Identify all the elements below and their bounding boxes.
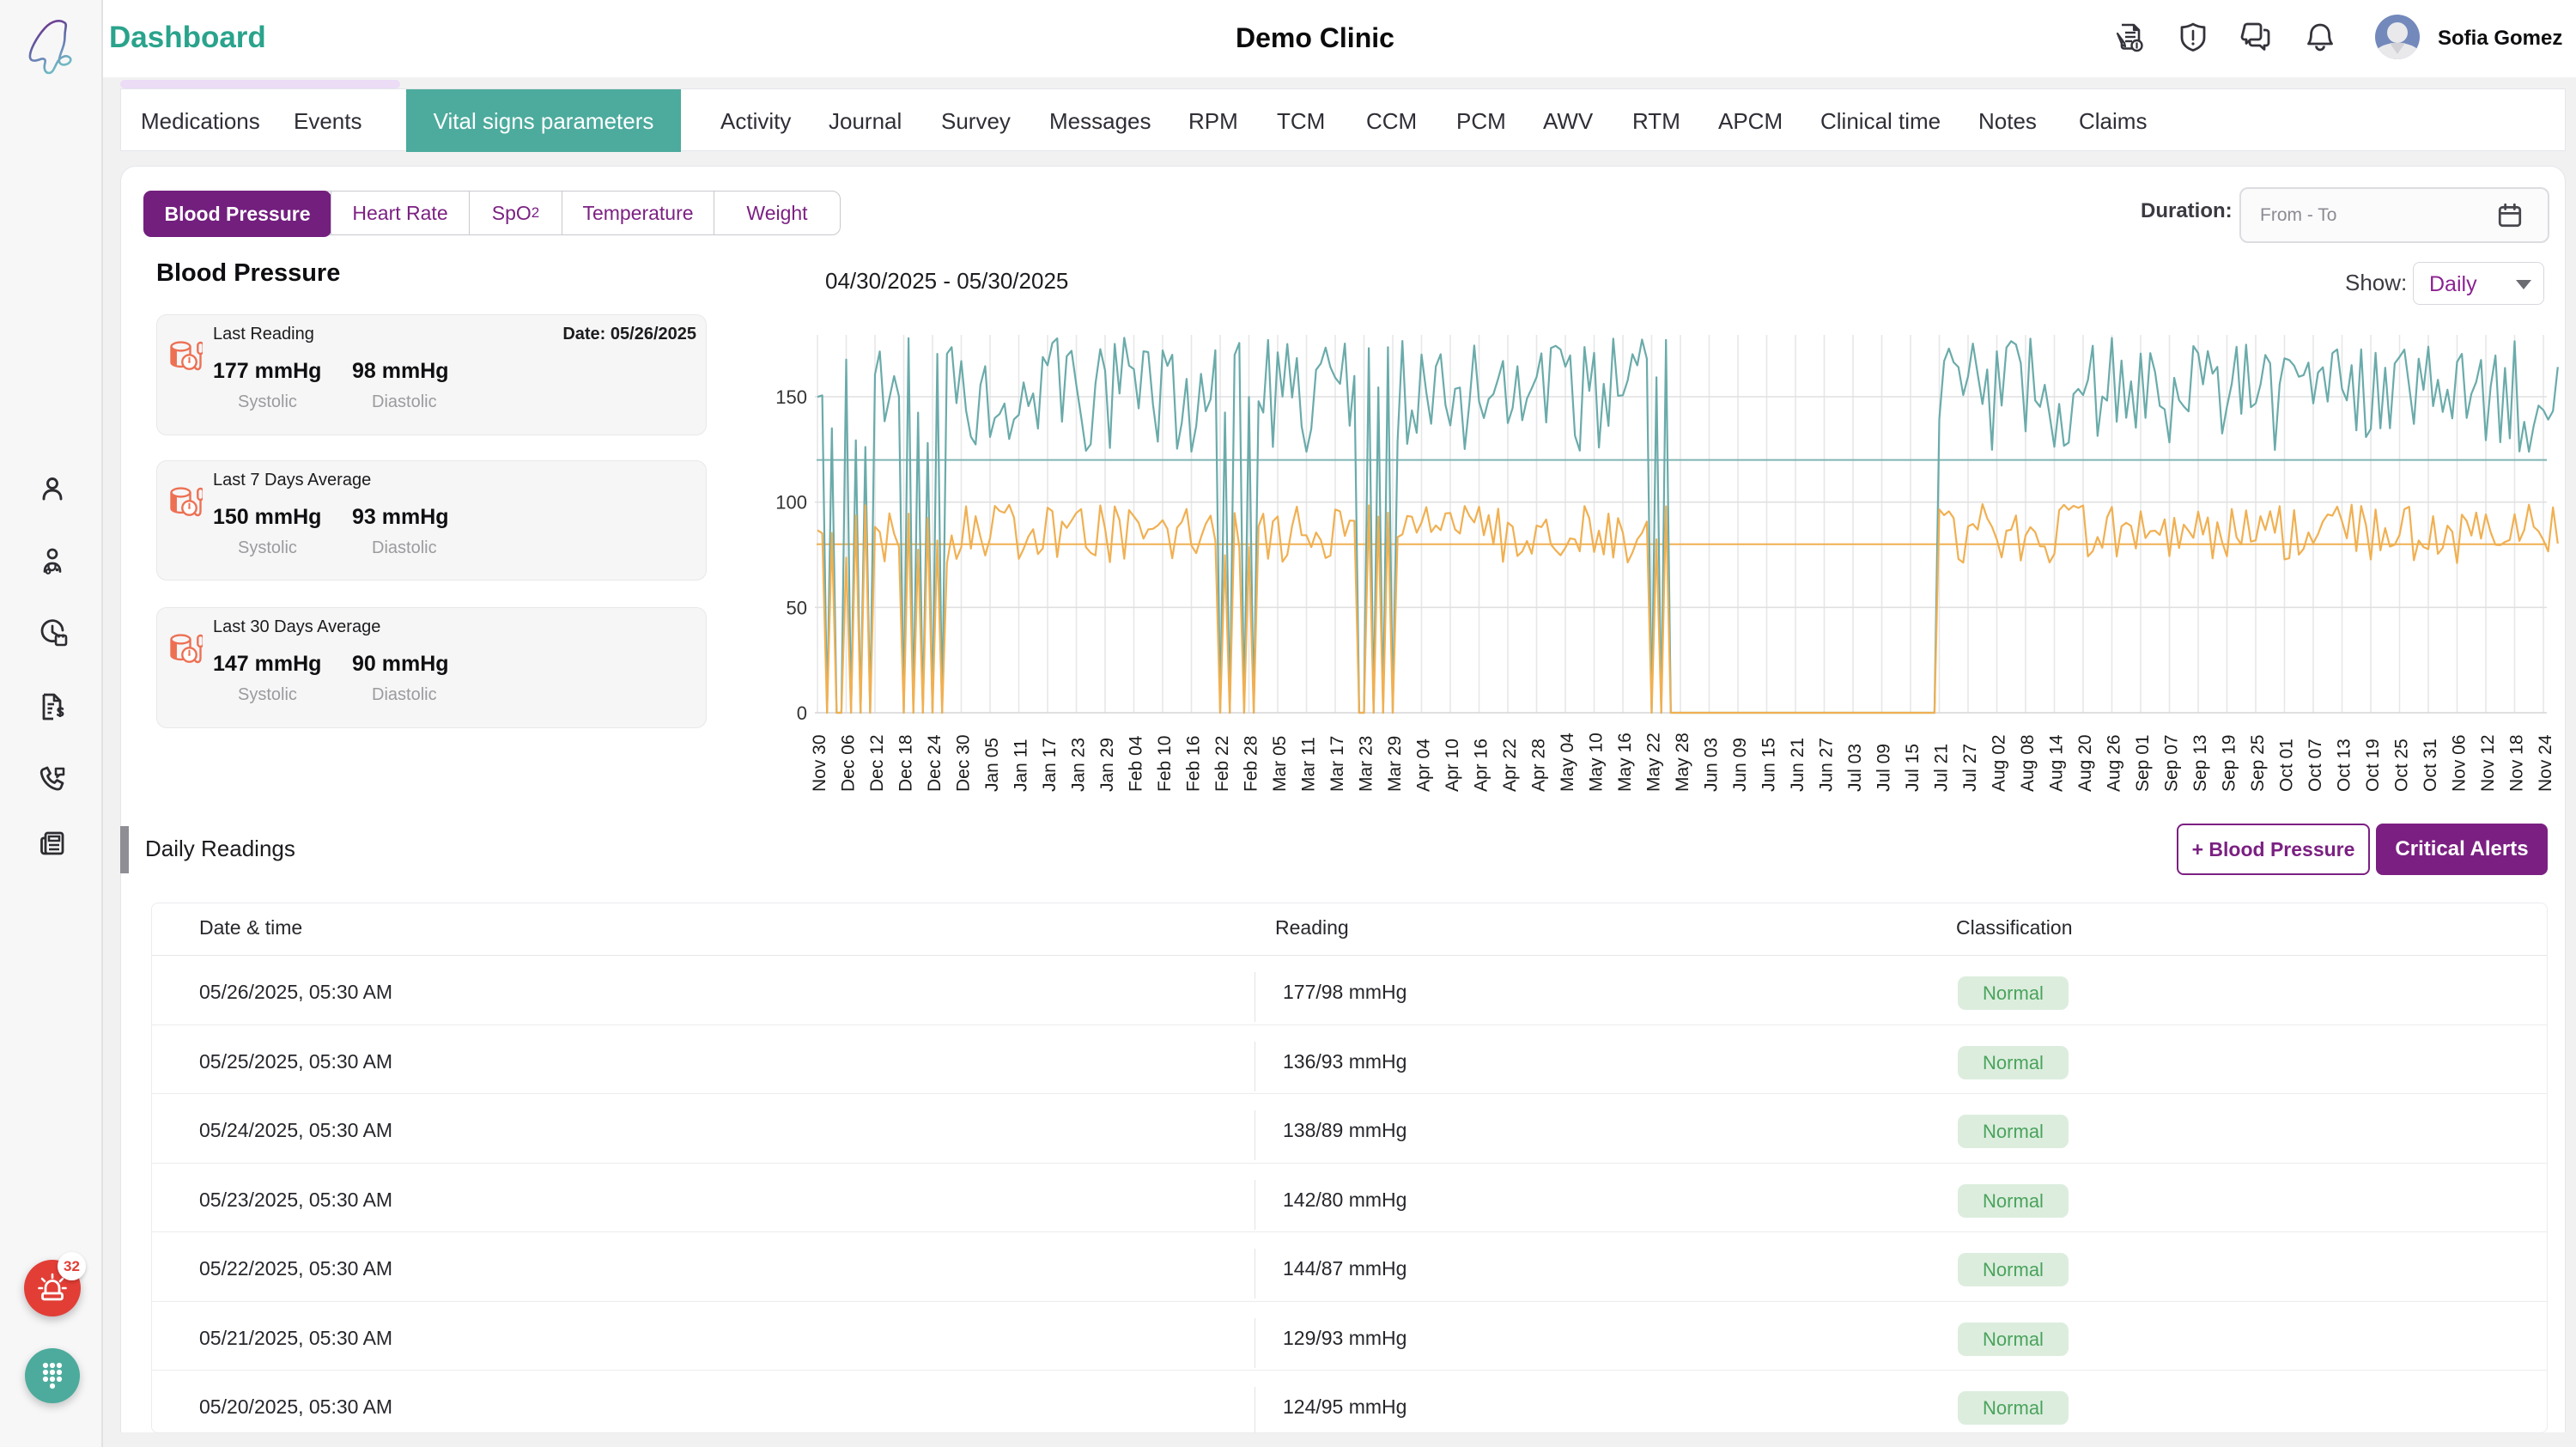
svg-text:Apr 22: Apr 22 — [1500, 739, 1520, 792]
svg-text:Oct 01: Oct 01 — [2277, 739, 2297, 792]
svg-text:May 28: May 28 — [1673, 733, 1692, 792]
svg-text:100: 100 — [775, 492, 807, 514]
svg-text:Sep 01: Sep 01 — [2133, 734, 2153, 792]
svg-text:Nov 06: Nov 06 — [2450, 734, 2470, 792]
svg-text:Oct 19: Oct 19 — [2363, 739, 2383, 792]
svg-text:Dec 18: Dec 18 — [896, 734, 916, 792]
svg-text:Sep 25: Sep 25 — [2248, 734, 2268, 792]
svg-text:Jan 05: Jan 05 — [982, 738, 1002, 792]
svg-text:Oct 25: Oct 25 — [2392, 739, 2412, 792]
svg-text:0: 0 — [797, 702, 807, 724]
svg-text:Aug 08: Aug 08 — [2018, 734, 2038, 792]
svg-text:May 10: May 10 — [1587, 733, 1607, 792]
svg-text:May 04: May 04 — [1558, 733, 1577, 792]
svg-text:Nov 24: Nov 24 — [2536, 734, 2555, 792]
svg-text:Dec 24: Dec 24 — [925, 734, 945, 792]
svg-text:Jul 03: Jul 03 — [1845, 744, 1865, 792]
svg-text:Oct 13: Oct 13 — [2335, 739, 2354, 792]
svg-text:Aug 26: Aug 26 — [2105, 734, 2124, 792]
svg-text:Jun 03: Jun 03 — [1702, 738, 1722, 792]
svg-text:Feb 16: Feb 16 — [1184, 736, 1204, 792]
svg-text:Jun 27: Jun 27 — [1817, 738, 1837, 792]
svg-text:Feb 28: Feb 28 — [1242, 736, 1261, 792]
svg-text:Apr 04: Apr 04 — [1414, 739, 1434, 792]
svg-text:Mar 17: Mar 17 — [1327, 736, 1347, 792]
svg-text:May 16: May 16 — [1615, 733, 1635, 792]
svg-text:Jun 09: Jun 09 — [1730, 738, 1750, 792]
svg-text:Oct 07: Oct 07 — [2306, 739, 2325, 792]
svg-text:May 22: May 22 — [1644, 733, 1664, 792]
svg-text:Jul 21: Jul 21 — [1932, 744, 1952, 792]
svg-text:Jul 09: Jul 09 — [1874, 744, 1894, 792]
svg-text:Oct 31: Oct 31 — [2421, 739, 2440, 792]
svg-text:Sep 19: Sep 19 — [2220, 734, 2239, 792]
svg-text:Dec 30: Dec 30 — [954, 734, 974, 792]
svg-text:Jul 27: Jul 27 — [1960, 744, 1980, 792]
svg-text:Jan 17: Jan 17 — [1040, 738, 1060, 792]
svg-text:Mar 23: Mar 23 — [1357, 736, 1376, 792]
svg-text:Apr 28: Apr 28 — [1529, 739, 1549, 792]
svg-text:Jan 29: Jan 29 — [1097, 738, 1117, 792]
svg-text:Jan 23: Jan 23 — [1069, 738, 1089, 792]
svg-text:Feb 04: Feb 04 — [1127, 735, 1146, 792]
svg-text:Jun 21: Jun 21 — [1788, 738, 1807, 792]
svg-text:Mar 29: Mar 29 — [1385, 736, 1405, 792]
svg-text:Dec 12: Dec 12 — [867, 734, 887, 792]
svg-text:Apr 10: Apr 10 — [1443, 739, 1462, 792]
svg-text:150: 150 — [775, 386, 807, 408]
svg-text:Apr 16: Apr 16 — [1472, 739, 1492, 792]
svg-text:Aug 14: Aug 14 — [2047, 734, 2067, 792]
svg-text:Feb 22: Feb 22 — [1212, 736, 1232, 792]
svg-text:Dec 06: Dec 06 — [839, 734, 859, 792]
svg-text:Sep 13: Sep 13 — [2190, 734, 2210, 792]
svg-text:Sep 07: Sep 07 — [2162, 734, 2182, 792]
svg-text:Nov 12: Nov 12 — [2478, 734, 2498, 792]
svg-text:50: 50 — [787, 597, 807, 618]
svg-text:Jul 15: Jul 15 — [1903, 744, 1923, 792]
svg-text:Aug 20: Aug 20 — [2075, 734, 2095, 792]
svg-text:Jun 15: Jun 15 — [1759, 738, 1779, 792]
svg-text:Mar 11: Mar 11 — [1299, 737, 1319, 792]
svg-text:Nov 18: Nov 18 — [2507, 734, 2527, 792]
svg-text:Feb 10: Feb 10 — [1155, 736, 1175, 792]
svg-text:Aug 02: Aug 02 — [1990, 734, 2009, 792]
svg-text:Jan 11: Jan 11 — [1012, 739, 1031, 793]
svg-text:Mar 05: Mar 05 — [1270, 736, 1290, 792]
svg-text:Nov 30: Nov 30 — [810, 734, 829, 792]
